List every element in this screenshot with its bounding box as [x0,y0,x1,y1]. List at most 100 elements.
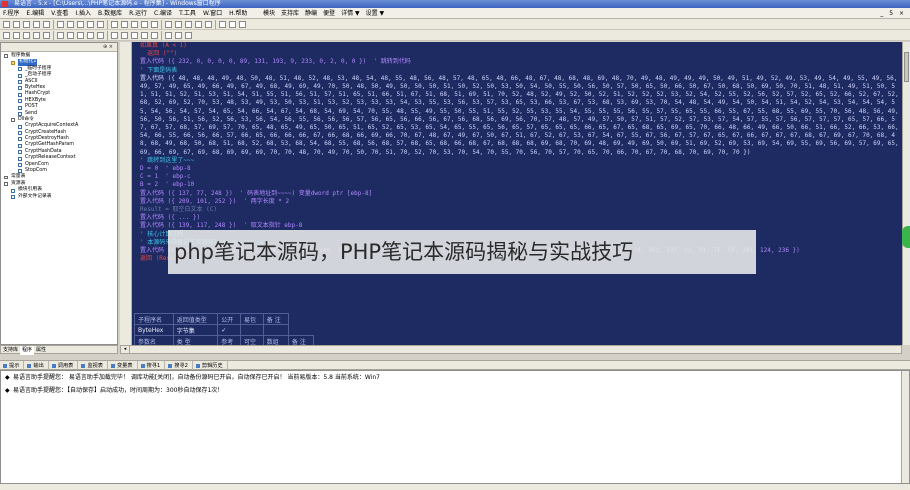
side-float-icon[interactable] [902,226,910,248]
menu-item[interactable]: R.运行 [126,8,150,19]
tab-icon [195,363,200,368]
code-line[interactable]: D = 0 ' ebp-8 [140,165,902,173]
toolbar-icon[interactable] [43,32,50,39]
toolbar-icon[interactable] [87,32,94,39]
menu-item[interactable]: B.数据库 [95,8,125,19]
tab-icon [140,363,145,368]
toolbar-icon[interactable] [121,21,128,28]
toolbar-icon[interactable] [67,32,74,39]
toolbar-icon[interactable] [3,21,10,28]
toolbar-icon[interactable] [13,32,20,39]
toolbar-icon[interactable] [97,32,104,39]
menu-item[interactable]: 详情 ▼ [338,8,363,19]
toolbar-icon[interactable] [165,21,172,28]
code-line[interactable]: Result = 取空白文本 (C) [140,206,902,214]
toolbar-icon[interactable] [111,32,118,39]
code-line[interactable]: C = 1 ' ebp-c [140,173,902,181]
panel-header-controls[interactable]: ⊕ × [1,43,117,52]
tab-icon [81,363,86,368]
window-title: 易语言 - 5.x - [C:\Users\...\PHP笔记本源码.e - 程… [14,0,221,7]
code-line[interactable]: ' 下面是码表 [140,67,902,75]
tab-icon [3,363,7,368]
toolbar-icon[interactable] [97,21,104,28]
toolbar-icon[interactable] [141,32,148,39]
toolbar-icon[interactable] [239,21,246,28]
toolbar-icon[interactable] [33,32,40,39]
code-editor[interactable]: 如果真 (A < 1) 返回 ("") 置入代码 ({ 232, 0, 0, 0,… [120,42,902,345]
toolbar-icon[interactable] [175,32,182,39]
menu-item[interactable]: 支持库 [278,8,302,19]
table-cell: 可空 [239,335,264,345]
toolbar-icon[interactable] [131,32,138,39]
toolbar-icon[interactable] [151,32,158,39]
table-cell: 返回值类型 [172,313,219,325]
toolbar-icon[interactable] [3,32,10,39]
toolbar-icon[interactable] [13,21,20,28]
code-line[interactable]: 置入代码 ({ 48, 48, 48, 49, 48, 50, 48, 51, … [140,75,902,157]
panel-tab[interactable]: 支持库 [1,346,20,355]
toolbar-icon[interactable] [165,32,172,39]
toolbar-separator [107,20,108,29]
toolbar-icon[interactable] [185,21,192,28]
menu-item[interactable]: C.编译 [151,8,175,19]
menu-item[interactable]: E.编辑 [23,8,47,19]
table-cell: ByteHex [134,324,174,336]
toolbar-icon[interactable] [111,21,118,28]
menu-item[interactable]: T.工具 [176,8,199,19]
toolbar-icon[interactable] [87,21,94,28]
panel-tab[interactable]: 程序 [20,346,35,355]
output-text: 易语言助手提醒您：【自动保存】启动成功，时间周期为：300秒自动保存1次！ [13,387,224,394]
expand-icon [4,182,8,186]
toolbar-icon[interactable] [43,21,50,28]
toolbar-icon[interactable] [229,21,236,28]
code-line[interactable]: B = 2 ' ebp-10 [140,181,902,189]
menu-item[interactable]: V.查看 [48,8,71,19]
menu-item[interactable]: F.程序 [0,8,22,19]
menu-item[interactable]: 设置 ▼ [363,8,388,19]
toolbar-icon[interactable] [67,21,74,28]
format-toolbar [0,30,910,41]
toolbar-icon[interactable] [219,21,226,28]
window-controls[interactable]: _ 5 × [880,8,906,19]
editor-horizontal-scrollbar[interactable]: ◂ [120,345,902,354]
toolbar-icon[interactable] [57,32,64,39]
menu-item[interactable]: 模块 [260,8,278,19]
toolbar-icon[interactable] [195,21,202,28]
scroll-left-icon[interactable]: ◂ [121,346,130,353]
toolbar-icon[interactable] [23,32,30,39]
menu-item[interactable]: H.帮助 [226,8,250,19]
tree-item[interactable]: 外部文件记录表 [1,194,117,200]
menu-item[interactable]: 便登 [320,8,338,19]
toolbar-icon[interactable] [57,21,64,28]
toolbar-icon[interactable] [77,32,84,39]
code-line[interactable]: ' 跳转到这里了~~~ [140,157,902,165]
toolbar-icon[interactable] [175,21,182,28]
panel-tab[interactable]: 属性 [34,346,48,355]
folder-icon [11,60,15,65]
toolbar-icon[interactable] [141,21,148,28]
toolbar-icon[interactable] [121,32,128,39]
menu-item[interactable]: 静编 [302,8,320,19]
scroll-thumb[interactable] [904,52,909,82]
toolbar-icon[interactable] [77,21,84,28]
table-cell: 公开 [217,313,241,325]
toolbar-icon[interactable] [205,21,212,28]
editor-vertical-scrollbar[interactable] [902,42,910,345]
toolbar-icon[interactable] [23,21,30,28]
output-scrollbar[interactable] [901,371,909,483]
code-line[interactable]: 置入代码 ({ 232, 0, 0, 0, 0, 89, 131, 193, 9… [140,58,902,66]
toolbar-icon[interactable] [151,21,158,28]
menu-item[interactable]: W.窗口 [200,8,225,19]
toolbar-icon[interactable] [185,32,192,39]
item-icon [18,99,22,104]
title-bar: 易语言 - 5.x - [C:\Users\...\PHP笔记本源码.e - 程… [0,0,910,8]
menu-item[interactable]: I.插入 [72,8,94,19]
toolbar-icon[interactable] [33,21,40,28]
table-cell: 参考 [217,335,241,345]
overlay-caption: php笔记本源码，PHP笔记本源码揭秘与实战技巧 [168,230,756,274]
code-line[interactable]: 如果真 (A < 1) [140,42,902,50]
toolbar-icon[interactable] [131,21,138,28]
expand-icon [4,54,8,58]
code-line[interactable]: 置入代码 ({ 137, 77, 248 }) ' 码表地址到~~~~) 变量d… [140,190,902,198]
code-line[interactable]: 置入代码 ({ 209, 101, 252 }) ' 两字长度 * 2 [140,198,902,206]
